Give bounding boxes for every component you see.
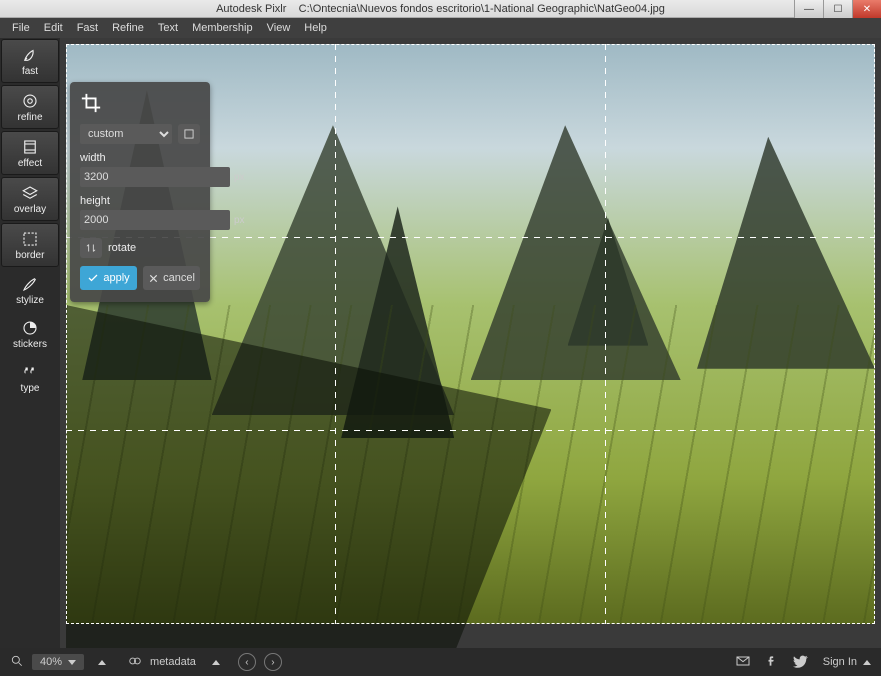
file-path: C:\Ontecnia\Nuevos fondos escritorio\1-N…	[299, 3, 665, 15]
menu-file[interactable]: File	[6, 20, 36, 36]
menu-help[interactable]: Help	[298, 20, 333, 36]
twitter-icon[interactable]	[793, 653, 809, 672]
height-input[interactable]	[80, 210, 230, 230]
tool-border[interactable]: border	[1, 223, 59, 267]
menu-membership[interactable]: Membership	[186, 20, 259, 36]
zoom-icon[interactable]	[10, 654, 24, 671]
apply-label: apply	[103, 272, 129, 284]
facebook-icon[interactable]	[765, 654, 779, 671]
border-icon	[21, 230, 39, 248]
title-text: Autodesk Pixlr C:\Ontecnia\Nuevos fondos…	[216, 3, 665, 15]
status-bar: 40% metadata ‹ › Sign In	[0, 648, 881, 676]
tool-label: stylize	[16, 295, 44, 306]
chevron-up-icon[interactable]	[98, 660, 106, 665]
quote-icon	[21, 363, 39, 381]
rocket-icon	[21, 46, 39, 64]
minimize-button[interactable]: —	[794, 0, 823, 18]
app-name: Autodesk Pixlr	[216, 3, 286, 15]
metadata-icon[interactable]	[128, 654, 142, 671]
rotate-button[interactable]	[80, 238, 102, 258]
tool-label: refine	[17, 112, 42, 123]
constrain-button[interactable]	[178, 124, 200, 144]
chevron-down-icon	[68, 660, 76, 665]
height-unit: px	[234, 215, 245, 226]
crop-icon	[80, 92, 102, 114]
menu-fast[interactable]: Fast	[71, 20, 104, 36]
history-back-button[interactable]: ‹	[238, 653, 256, 671]
width-input[interactable]	[80, 167, 230, 187]
crop-panel: custom width px height px rotate apply	[70, 82, 210, 302]
width-unit: px	[234, 172, 245, 183]
tool-label: overlay	[14, 204, 46, 215]
zoom-value: 40%	[40, 656, 62, 668]
tool-label: stickers	[13, 339, 47, 350]
apply-button[interactable]: apply	[80, 266, 137, 290]
tool-fast[interactable]: fast	[1, 39, 59, 83]
tool-label: fast	[22, 66, 38, 77]
maximize-button[interactable]: ☐	[823, 0, 852, 18]
brush-icon	[21, 275, 39, 293]
menu-view[interactable]: View	[261, 20, 297, 36]
rotate-label: rotate	[108, 242, 136, 254]
layers-icon	[21, 184, 39, 202]
crop-preset-select[interactable]: custom	[80, 124, 172, 144]
signin-button[interactable]: Sign In	[823, 656, 871, 668]
tool-overlay[interactable]: overlay	[1, 177, 59, 221]
chevron-up-icon[interactable]	[212, 660, 220, 665]
menu-refine[interactable]: Refine	[106, 20, 150, 36]
history-forward-button[interactable]: ›	[264, 653, 282, 671]
cancel-label: cancel	[163, 272, 195, 284]
metadata-label[interactable]: metadata	[150, 656, 196, 668]
film-icon	[21, 138, 39, 156]
signin-label: Sign In	[823, 656, 857, 668]
cancel-button[interactable]: cancel	[143, 266, 200, 290]
tool-effect[interactable]: effect	[1, 131, 59, 175]
mail-icon[interactable]	[735, 653, 751, 672]
tool-stylize[interactable]: stylize	[0, 268, 60, 312]
close-button[interactable]: ✕	[852, 0, 881, 18]
tool-label: border	[16, 250, 45, 261]
tool-refine[interactable]: refine	[1, 85, 59, 129]
menu-bar: File Edit Fast Refine Text Membership Vi…	[0, 18, 881, 38]
sticker-icon	[21, 319, 39, 337]
menu-edit[interactable]: Edit	[38, 20, 69, 36]
tool-sidebar: fast refine effect overlay border styliz…	[0, 38, 60, 648]
window-titlebar: Autodesk Pixlr C:\Ontecnia\Nuevos fondos…	[0, 0, 881, 18]
tool-label: type	[21, 383, 40, 394]
width-label: width	[80, 152, 200, 164]
target-icon	[21, 92, 39, 110]
tool-type[interactable]: type	[0, 356, 60, 400]
chevron-up-icon	[863, 660, 871, 665]
menu-text[interactable]: Text	[152, 20, 184, 36]
height-label: height	[80, 195, 200, 207]
window-controls: — ☐ ✕	[794, 0, 881, 18]
zoom-select[interactable]: 40%	[32, 654, 84, 670]
tool-stickers[interactable]: stickers	[0, 312, 60, 356]
tool-label: effect	[18, 158, 42, 169]
